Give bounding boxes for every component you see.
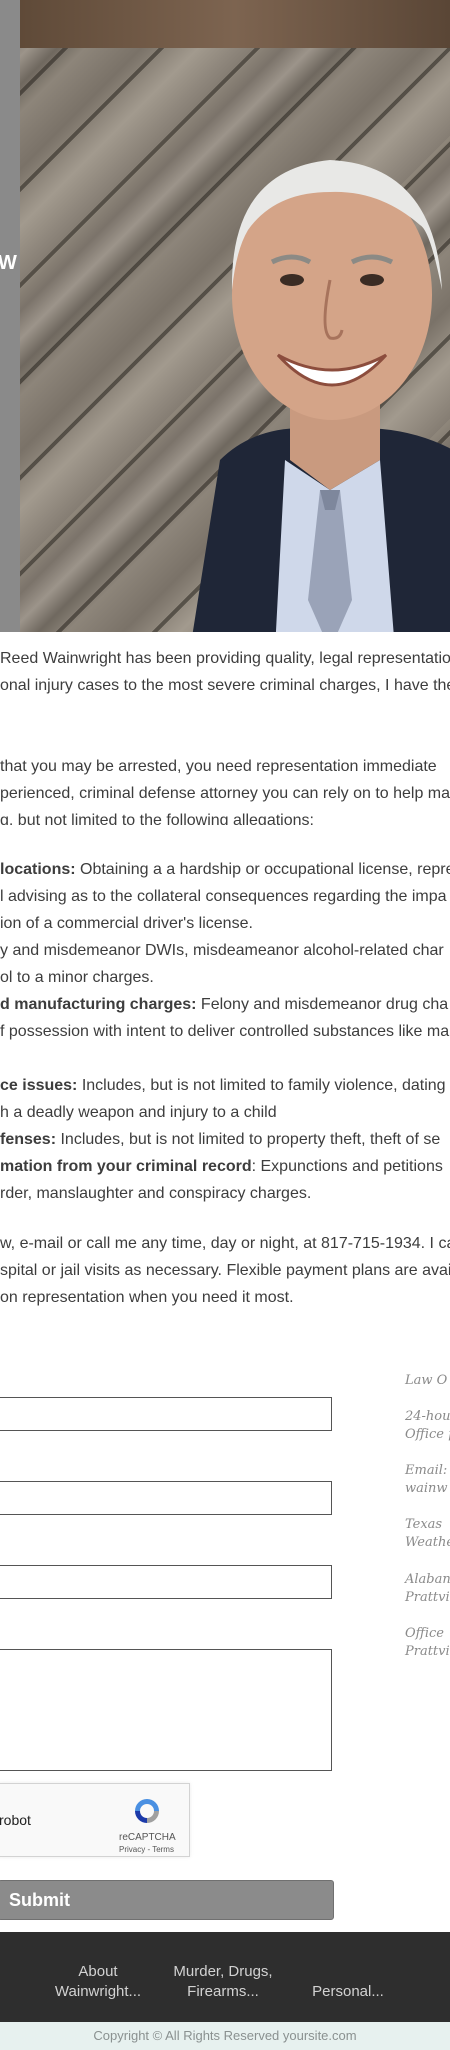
- intro-line: perienced, criminal defense attorney you…: [0, 785, 450, 802]
- side-panel-letter: W: [0, 252, 17, 274]
- allegation-heading: ce issues:: [0, 1077, 78, 1094]
- allegation-heading: mation from your criminal record: [0, 1158, 252, 1175]
- allegation-text: h a deadly weapon and injury to a child: [0, 1104, 277, 1121]
- contact-item: Law O: [405, 1372, 447, 1390]
- closing-paragraph: w, e-mail or call me any time, day or ni…: [0, 1230, 450, 1320]
- contact-item: Email: wainw: [405, 1462, 448, 1498]
- allegation-text: Felony and misdemeanor drug cha: [196, 996, 449, 1013]
- copyright-bar: Copyright © All Rights Reserved yoursite…: [0, 2022, 450, 2050]
- allegation-text: f possession with intent to deliver cont…: [0, 1023, 450, 1040]
- recaptcha-brand: reCAPTCHA: [119, 1832, 176, 1843]
- contact-line: Law O: [405, 1373, 448, 1388]
- contact-line: Weathe: [405, 1535, 450, 1550]
- allegation-text: Obtaining a a hardship or occupational l…: [75, 861, 450, 878]
- footer-nav-line: Murder, Drugs,: [173, 1963, 273, 1980]
- footer-nav-item-about[interactable]: About Wainwright...: [38, 1962, 158, 2002]
- message-textarea[interactable]: [0, 1649, 332, 1771]
- contact-item: Alaban Prattvi: [405, 1571, 450, 1607]
- contact-line[interactable]: wainw: [405, 1480, 448, 1498]
- allegation-line: d manufacturing charges: Felony and misd…: [0, 991, 448, 1018]
- footer-nav-line: Personal...: [312, 1983, 384, 2000]
- allegation-heading: d manufacturing charges:: [0, 996, 197, 1013]
- contact-line: Office p: [405, 1427, 450, 1442]
- submit-button[interactable]: Submit: [0, 1880, 334, 1920]
- contact-item: Office Prattvi: [405, 1625, 450, 1661]
- intro-line: g, but not limited to the following alle…: [0, 812, 314, 825]
- contact-line: Email:: [405, 1463, 448, 1478]
- contact-line: Office: [405, 1626, 444, 1641]
- allegation-text: : Expunctions and petitions: [251, 1158, 443, 1175]
- phone-field[interactable]: [0, 1565, 332, 1599]
- email-field[interactable]: [0, 1481, 332, 1515]
- closing-line: spital or jail visits as necessary. Flex…: [0, 1262, 450, 1279]
- allegations-list: locations: Obtaining a a hardship or occ…: [0, 856, 450, 1216]
- intro-line: that you may be arrested, you need repre…: [0, 758, 437, 775]
- intro-line: Reed Wainwright has been providing quali…: [0, 650, 450, 667]
- recaptcha-terms-link[interactable]: Privacy - Terms: [119, 1845, 174, 1854]
- recaptcha-widget[interactable]: robot reCAPTCHA Privacy - Terms: [0, 1783, 190, 1857]
- allegation-text: Includes, but is not limited to family v…: [77, 1077, 450, 1094]
- allegation-line: locations: Obtaining a a hardship or occ…: [0, 856, 450, 883]
- intro-paragraph: Reed Wainwright has been providing quali…: [0, 645, 450, 825]
- name-field[interactable]: [0, 1397, 332, 1431]
- footer-nav-item-personal[interactable]: Personal...: [288, 1982, 408, 2002]
- allegation-line: ol to a minor charges.: [0, 964, 154, 991]
- copyright-text: Copyright © All Rights Reserved yoursite…: [93, 2028, 357, 2043]
- contact-line: Alaban: [405, 1572, 450, 1587]
- allegation-line: mation from your criminal record: Expunc…: [0, 1153, 443, 1180]
- allegation-text: ion of a commercial driver's license.: [0, 915, 253, 932]
- allegation-text: l advising as to the collateral conseque…: [0, 888, 447, 905]
- allegation-line: l advising as to the collateral conseque…: [0, 883, 447, 910]
- allegation-line: y and misdemeanor DWIs, misdeameanor alc…: [0, 937, 444, 964]
- allegation-text: ol to a minor charges.: [0, 969, 154, 986]
- contact-line: Prattvi: [405, 1644, 450, 1659]
- hero-banner: W: [0, 0, 450, 632]
- contact-item: Texas Weathe: [405, 1516, 450, 1552]
- intro-line: onal injury cases to the most severe cri…: [0, 677, 450, 694]
- footer-nav-line: Firearms...: [187, 1983, 259, 2000]
- wood-top-beam: [20, 0, 450, 48]
- allegation-line: ion of a commercial driver's license.: [0, 910, 253, 937]
- submit-label: Submit: [9, 1890, 70, 1910]
- allegation-line: h a deadly weapon and injury to a child: [0, 1099, 277, 1126]
- allegation-heading: fenses:: [0, 1131, 57, 1148]
- allegation-heading: locations:: [0, 861, 76, 878]
- allegation-text: rder, manslaughter and conspiracy charge…: [0, 1185, 312, 1202]
- recaptcha-label: robot: [0, 1812, 31, 1828]
- allegation-line: rder, manslaughter and conspiracy charge…: [0, 1180, 311, 1207]
- contact-line: Prattvi: [405, 1590, 450, 1605]
- footer-nav-item-murder-drugs[interactable]: Murder, Drugs, Firearms...: [163, 1962, 283, 2002]
- footer-nav-line: About: [78, 1963, 118, 1980]
- contact-item: 24-hou Office p: [405, 1408, 450, 1444]
- recaptcha-icon: [135, 1799, 159, 1823]
- allegation-line: ce issues: Includes, but is not limited …: [0, 1072, 450, 1099]
- closing-line: w, e-mail or call me any time, day or ni…: [0, 1235, 450, 1252]
- contact-line: 24-hou: [405, 1409, 450, 1424]
- contact-line: Texas: [405, 1517, 443, 1532]
- side-panel: [0, 0, 20, 632]
- footer-nav-line: Wainwright...: [54, 1983, 142, 2000]
- closing-line: on representation when you need it most.: [0, 1289, 294, 1306]
- allegation-line: fenses: Includes, but is not limited to …: [0, 1126, 440, 1153]
- allegation-text: Includes, but is not limited to property…: [56, 1131, 441, 1148]
- attorney-portrait: [192, 160, 450, 632]
- allegation-line: f possession with intent to deliver cont…: [0, 1018, 449, 1045]
- allegation-text: y and misdemeanor DWIs, misdeameanor alc…: [0, 942, 444, 959]
